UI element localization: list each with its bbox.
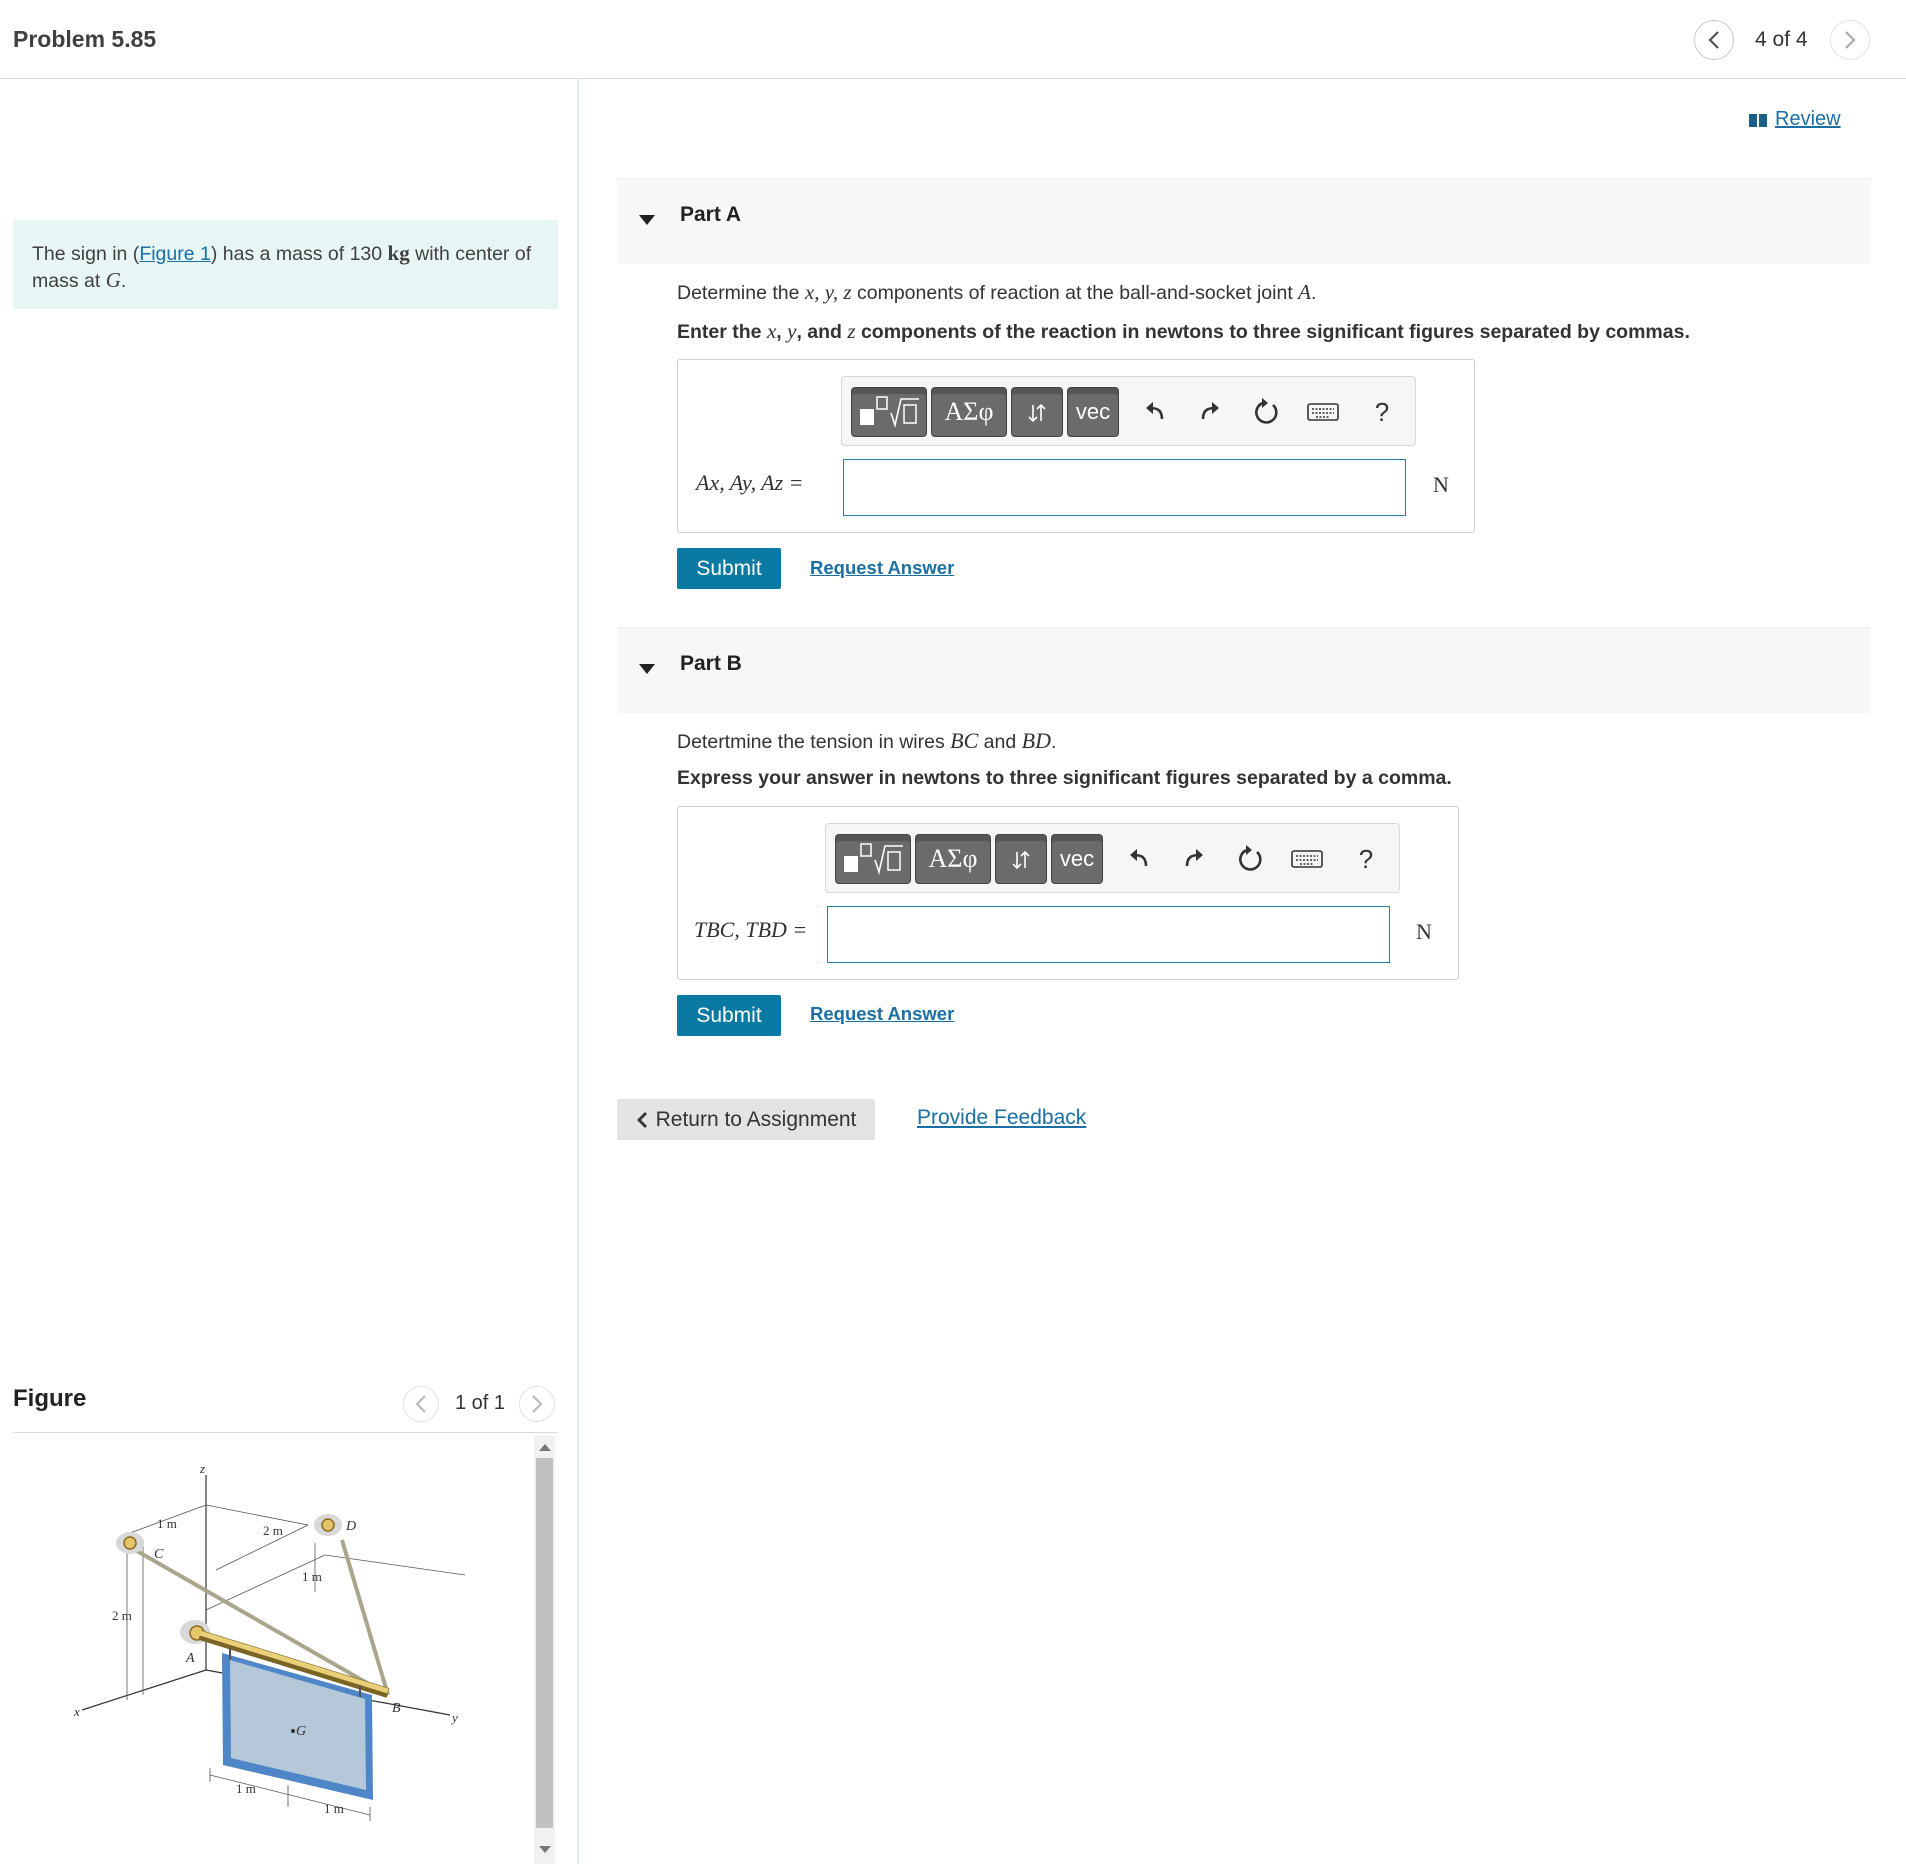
part-b-answer-input[interactable] <box>827 906 1390 963</box>
vector-button[interactable]: vec <box>1051 834 1103 884</box>
redo-icon[interactable] <box>1195 397 1225 427</box>
part-b-answer-box: ΑΣφ vec ? TBC, TBD = N <box>677 806 1459 980</box>
part-a-answer-input[interactable] <box>843 459 1406 516</box>
previous-problem-button[interactable] <box>1694 20 1734 60</box>
part-b-submit-button[interactable]: Submit <box>677 995 781 1036</box>
header-bar: Problem 5.85 4 of 4 <box>0 0 1906 79</box>
provide-feedback-link[interactable]: Provide Feedback <box>917 1106 1086 1130</box>
figure-image: z x y C D A B G 1 m 2 m 1 m 2 m 1 m 1 m <box>70 1455 490 1835</box>
figure-next-button[interactable] <box>519 1386 555 1422</box>
book-icon <box>1749 113 1767 127</box>
review-link[interactable]: Review <box>1748 108 1841 131</box>
axis-label-y: y <box>450 1710 458 1725</box>
figure-divider <box>13 1432 558 1433</box>
undo-icon[interactable] <box>1140 397 1170 427</box>
dim-label: 1 m <box>302 1569 322 1584</box>
redo-icon[interactable] <box>1179 844 1209 874</box>
reset-icon[interactable] <box>1236 844 1266 874</box>
math-toolbar-panel: ΑΣφ vec ? <box>825 823 1400 893</box>
subscript-button[interactable] <box>995 834 1047 884</box>
return-to-assignment-button[interactable]: Return to Assignment <box>617 1099 875 1140</box>
part-b-question: Detertmine the tension in wires BC and B… <box>677 728 1057 753</box>
arrows-updown-icon <box>1012 850 1030 870</box>
arrows-updown-icon <box>1028 403 1046 423</box>
part-a-header[interactable]: Part A <box>617 178 1871 264</box>
help-button[interactable]: ? <box>1367 397 1397 427</box>
point-label-b: B <box>392 1701 401 1716</box>
review-label: Review <box>1775 108 1841 130</box>
point-label-a: A <box>185 1651 195 1666</box>
part-b-answer-label: TBC, TBD = <box>694 917 808 942</box>
part-b-unit: N <box>1416 919 1432 944</box>
point-label-c: C <box>154 1547 164 1562</box>
return-label: Return to Assignment <box>655 1107 857 1131</box>
undo-icon[interactable] <box>1124 844 1154 874</box>
column-divider <box>577 79 579 1864</box>
mass-unit: kg <box>387 241 410 265</box>
part-b-header[interactable]: Part B <box>617 627 1871 713</box>
part-a-unit: N <box>1433 472 1449 497</box>
keyboard-icon[interactable] <box>1307 397 1339 427</box>
collapse-triangle-icon <box>639 215 655 225</box>
intro-text: . <box>120 270 127 292</box>
axis-label-x: x <box>73 1704 80 1719</box>
chevron-left-icon <box>636 1111 647 1128</box>
dim-label: 2 m <box>263 1523 283 1538</box>
figure-title: Figure <box>13 1385 87 1412</box>
fraction-sqrt-icon <box>844 843 903 875</box>
chevron-left-icon <box>415 1395 426 1413</box>
axis-label-z: z <box>199 1461 205 1476</box>
part-a-question: Determine the x, y, z components of reac… <box>677 280 1317 304</box>
problem-title: Problem 5.85 <box>13 26 157 52</box>
greek-letters-button[interactable]: ΑΣφ <box>931 387 1007 437</box>
greek-letters-button[interactable]: ΑΣφ <box>915 834 991 884</box>
center-of-mass-point: G <box>105 268 121 292</box>
scroll-thumb[interactable] <box>536 1458 553 1828</box>
chevron-left-icon <box>1708 31 1719 49</box>
part-b-instructions: Express your answer in newtons to three … <box>677 767 1452 789</box>
subscript-button[interactable] <box>1011 387 1063 437</box>
figure-count: 1 of 1 <box>455 1392 506 1414</box>
sign-structure-diagram: z x y C D A B G 1 m 2 m 1 m 2 m 1 m 1 m <box>73 1461 466 1821</box>
fraction-sqrt-icon <box>860 396 919 428</box>
problem-statement: The sign in (Figure 1) has a mass of 130… <box>13 220 558 309</box>
part-b-title: Part B <box>680 652 742 675</box>
intro-text: ) has a mass of 130 <box>210 243 388 265</box>
point-label-g: G <box>296 1724 306 1739</box>
dim-label: 2 m <box>112 1608 132 1623</box>
help-button[interactable]: ? <box>1351 844 1381 874</box>
template-button[interactable] <box>835 834 911 884</box>
dim-label: 1 m <box>236 1781 256 1796</box>
chevron-right-icon <box>532 1395 543 1413</box>
point-label-d: D <box>345 1519 356 1534</box>
figure-prev-button[interactable] <box>403 1386 439 1422</box>
part-a-title: Part A <box>680 203 742 226</box>
part-a-instructions: Enter the x, y, and z components of the … <box>677 319 1690 343</box>
part-a-request-answer-link[interactable]: Request Answer <box>810 557 954 579</box>
collapse-triangle-icon <box>639 664 655 674</box>
dim-label: 1 m <box>324 1801 344 1816</box>
math-toolbar-panel: ΑΣφ vec ? <box>841 376 1416 446</box>
scroll-down-arrow-icon[interactable] <box>539 1846 551 1853</box>
intro-text: The sign in ( <box>32 243 140 265</box>
part-a-answer-box: ΑΣφ vec ? Ax, Ay, Az = N <box>677 359 1475 533</box>
dim-label: 1 m <box>157 1516 177 1531</box>
part-a-answer-label: Ax, Ay, Az = <box>696 470 804 495</box>
part-a-submit-button[interactable]: Submit <box>677 548 781 589</box>
chevron-right-icon <box>1845 31 1856 49</box>
figure-link[interactable]: Figure 1 <box>139 243 211 265</box>
scroll-up-arrow-icon[interactable] <box>539 1444 551 1451</box>
problem-position: 4 of 4 <box>1755 28 1808 51</box>
vector-button[interactable]: vec <box>1067 387 1119 437</box>
keyboard-icon[interactable] <box>1291 844 1323 874</box>
x-axis-line <box>81 1669 207 1711</box>
template-button[interactable] <box>851 387 927 437</box>
figure-scrollbar[interactable] <box>534 1436 555 1864</box>
part-b-request-answer-link[interactable]: Request Answer <box>810 1003 954 1025</box>
next-problem-button[interactable] <box>1830 20 1870 60</box>
reset-icon[interactable] <box>1252 397 1282 427</box>
